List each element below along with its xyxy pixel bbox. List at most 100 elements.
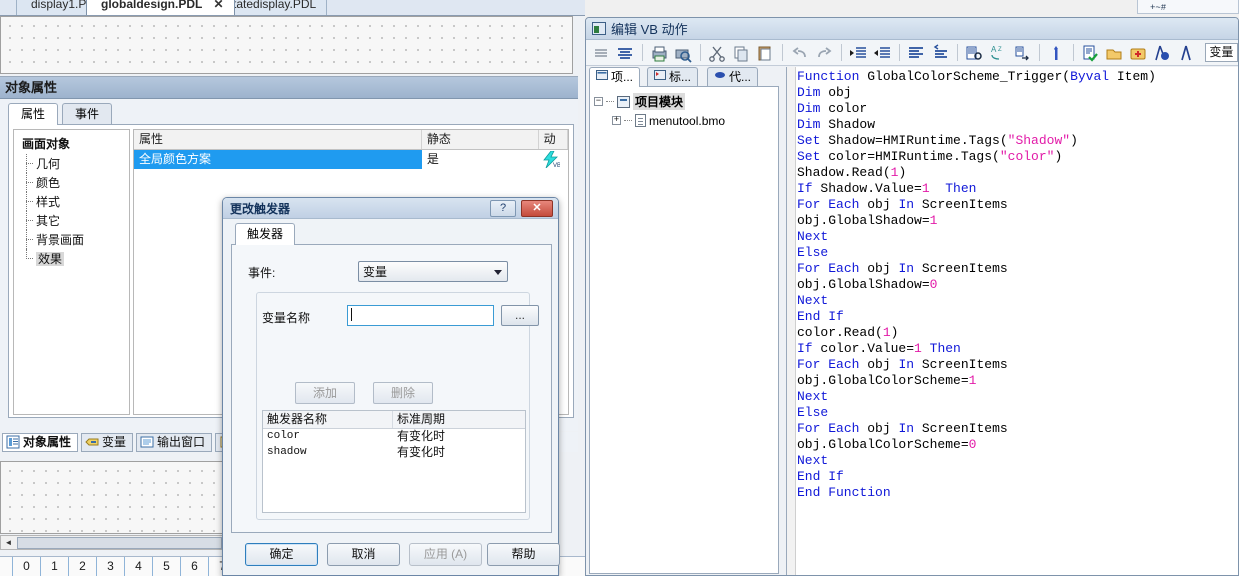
- event-type-select[interactable]: 变量: [358, 261, 508, 282]
- find-next-icon[interactable]: [1011, 43, 1033, 63]
- tab-events[interactable]: 事件: [62, 103, 113, 125]
- tools-wrench-icon[interactable]: [1045, 43, 1067, 63]
- help-button[interactable]: ?: [490, 200, 516, 217]
- document-tab-globaldesign[interactable]: globaldesign.PDL ✕: [86, 0, 235, 15]
- dock-tab-label: 对象属性: [23, 435, 72, 449]
- code-line: Set Shadow=HMIRuntime.Tags("Shadow"): [797, 133, 1078, 148]
- first-aid-icon[interactable]: [1127, 43, 1149, 63]
- tree-node-menutool[interactable]: + menutool.bmo: [594, 111, 778, 130]
- dock-tab-object-properties[interactable]: 对象属性: [2, 432, 79, 452]
- scrollbar-thumb[interactable]: [17, 536, 222, 549]
- strip-item-6[interactable]: 6: [180, 557, 208, 576]
- code-line: Dim Shadow: [797, 117, 876, 132]
- list-item[interactable]: shadow 有变化时: [263, 445, 525, 461]
- code-text[interactable]: Function GlobalColorScheme_Trigger(Byval…: [797, 69, 1238, 575]
- close-icon[interactable]: ✕: [213, 0, 223, 11]
- dialog-tab-strip: 触发器: [231, 223, 552, 245]
- delete-button[interactable]: 删除: [373, 382, 433, 404]
- list-item[interactable]: color 有变化时: [263, 429, 525, 445]
- tab-trigger[interactable]: 触发器: [235, 223, 296, 245]
- cut-icon[interactable]: [706, 43, 728, 63]
- tree-item-effects[interactable]: 效果: [20, 249, 129, 268]
- tree-item-geometry[interactable]: 几何: [20, 154, 129, 173]
- indent-increase-icon[interactable]: [847, 43, 869, 63]
- expander-collapse-icon[interactable]: −: [594, 97, 603, 106]
- sort-az-icon[interactable]: AZ: [987, 43, 1009, 63]
- format-lines-icon[interactable]: [614, 43, 636, 63]
- vb-code-editor[interactable]: Function GlobalColorScheme_Trigger(Byval…: [786, 67, 1238, 575]
- horizontal-scrollbar[interactable]: ◄: [0, 535, 224, 550]
- code-icon: [714, 68, 726, 87]
- compass-globe-icon[interactable]: [1151, 43, 1173, 63]
- strip-item-3[interactable]: 3: [96, 557, 124, 576]
- expander-expand-icon[interactable]: +: [612, 116, 621, 125]
- tree-node-label: menutool.bmo: [649, 113, 726, 128]
- object-properties-tabs: 属性 事件: [8, 103, 578, 125]
- strip-item-2[interactable]: 2: [68, 557, 96, 576]
- toolbar-field-value: 变量: [1209, 45, 1234, 59]
- list-lines-icon[interactable]: [590, 43, 612, 63]
- strip-item-1[interactable]: 1: [40, 557, 68, 576]
- tab-code[interactable]: 代...: [707, 67, 759, 87]
- cancel-button[interactable]: 取消: [327, 543, 400, 566]
- vb-window-title-bar[interactable]: 编辑 VB 动作: [586, 18, 1238, 40]
- align-left-icon[interactable]: [905, 43, 927, 63]
- tree-item-styles[interactable]: 样式: [20, 192, 129, 211]
- tab-label: 事件: [75, 107, 100, 121]
- code-line: Dim color: [797, 101, 868, 116]
- align-reverse-icon[interactable]: [929, 43, 951, 63]
- strip-item-0[interactable]: 0: [12, 557, 40, 576]
- drawing-canvas-lower[interactable]: [0, 461, 224, 534]
- dock-tab-output-window[interactable]: 输出窗口: [136, 432, 213, 452]
- strip-item-4[interactable]: 4: [124, 557, 152, 576]
- code-line: obj.GlobalShadow=0: [797, 277, 938, 292]
- tree-item-misc[interactable]: 其它: [20, 211, 129, 230]
- apply-button[interactable]: 应用 (A): [409, 543, 482, 566]
- tab-properties[interactable]: 属性: [8, 103, 59, 125]
- dialog-title-bar[interactable]: 更改触发器 ? ✕: [223, 198, 558, 219]
- redo-icon[interactable]: [813, 43, 835, 63]
- dock-tab-tags[interactable]: 变量: [81, 432, 134, 452]
- code-line: Else: [797, 405, 829, 420]
- compass-icon[interactable]: [1175, 43, 1197, 63]
- copy-icon[interactable]: [730, 43, 752, 63]
- strip-item-5[interactable]: 5: [152, 557, 180, 576]
- tree-root-screen-object[interactable]: 画面对象: [20, 134, 129, 154]
- cell-property-name[interactable]: 全局颜色方案: [134, 150, 422, 169]
- tree-item-background-picture[interactable]: 背景画面: [20, 230, 129, 249]
- vb-project-tree[interactable]: − 项目模块 + menutool.bmo: [589, 86, 779, 574]
- trigger-list[interactable]: 触发器名称 标准周期 color 有变化时 shadow 有变化时: [262, 410, 526, 513]
- tree-item-label: 背景画面: [36, 233, 85, 247]
- ok-button[interactable]: 确定: [245, 543, 318, 566]
- table-row[interactable]: 全局颜色方案 是 VB: [134, 150, 568, 169]
- check-syntax-icon[interactable]: [1079, 43, 1101, 63]
- find-icon[interactable]: [963, 43, 985, 63]
- close-button[interactable]: ✕: [521, 200, 553, 217]
- paste-icon[interactable]: [754, 43, 776, 63]
- toolbar-text-field[interactable]: 变量: [1205, 43, 1238, 62]
- undo-icon[interactable]: [789, 43, 811, 63]
- scroll-left-arrow-icon[interactable]: ◄: [1, 536, 16, 549]
- folder-icon[interactable]: [1103, 43, 1125, 63]
- indent-decrease-icon[interactable]: [871, 43, 893, 63]
- tree-item-label: 几何: [36, 157, 61, 171]
- print-icon[interactable]: [648, 43, 670, 63]
- cell-static-value[interactable]: 是: [422, 150, 539, 169]
- tab-project[interactable]: 项...: [589, 67, 641, 87]
- add-button[interactable]: 添加: [295, 382, 355, 404]
- column-header-dynamic: 动: [539, 130, 568, 149]
- chevron-down-icon[interactable]: [494, 270, 502, 275]
- tree-node-project-modules[interactable]: − 项目模块: [594, 92, 778, 111]
- vb-lightning-icon[interactable]: VB: [542, 151, 560, 168]
- cell-dynamic[interactable]: VB: [539, 150, 568, 169]
- drawing-canvas-upper[interactable]: [0, 16, 573, 74]
- property-category-tree[interactable]: 画面对象 几何 颜色 样式 其它 背景画面 效果: [13, 129, 130, 415]
- variable-name-input[interactable]: [347, 305, 494, 326]
- code-line: End If: [797, 469, 844, 484]
- print-preview-icon[interactable]: [672, 43, 694, 63]
- code-line: obj.GlobalColorScheme=1: [797, 373, 977, 388]
- tree-item-colors[interactable]: 颜色: [20, 173, 129, 192]
- tab-bookmarks[interactable]: 标...: [647, 67, 699, 87]
- browse-variable-button[interactable]: ...: [501, 305, 539, 326]
- help-button-footer[interactable]: 帮助: [487, 543, 560, 566]
